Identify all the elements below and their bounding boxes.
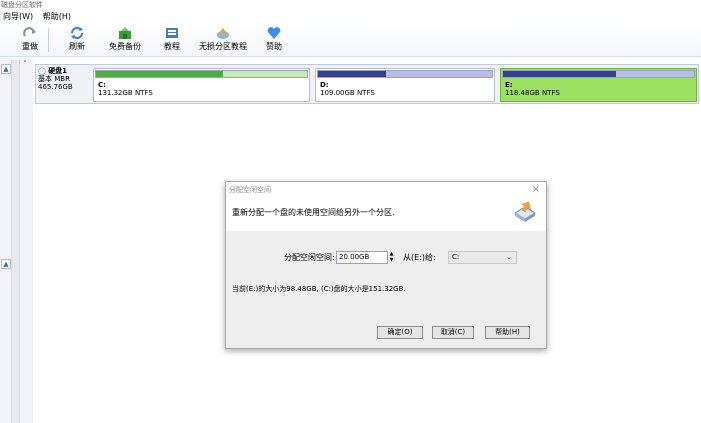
partition-d-usage-fill (318, 71, 386, 77)
tutorial-button[interactable]: 教程 (160, 26, 184, 52)
partition-tutorial-button[interactable]: 无损分区教程 (198, 26, 248, 52)
scroll-up-button[interactable]: ˄ (20, 60, 30, 70)
menu-bar: 向导(W) 帮助(H) (0, 10, 701, 23)
app-window: 磁盘分区软件 向导(W) 帮助(H) 重做 刷新 免费备份 教程 无损分区教程 … (0, 0, 701, 423)
partition-c-usage-fill (96, 71, 223, 77)
redo-label: 重做 (22, 42, 38, 51)
dialog-description: 重新分配一个盘的未使用空间给另外一个分区. (232, 208, 395, 217)
stepper-down-icon[interactable]: ▼ (388, 257, 395, 263)
disk-icon: ◯ (38, 67, 46, 75)
toolbar: 重做 刷新 免费备份 教程 无损分区教程 赞助 (0, 24, 701, 57)
collapse-panel-button[interactable]: ▲ (1, 64, 11, 74)
close-button[interactable]: × (532, 184, 540, 195)
partition-e[interactable]: E: 118.48GB NTFS (500, 68, 697, 102)
sponsor-label: 赞助 (266, 42, 282, 51)
menu-help[interactable]: 帮助(H) (40, 10, 75, 23)
ok-button[interactable]: 确定(O) (377, 326, 423, 339)
allocate-space-dialog: 分配空闲空间 × 重新分配一个盘的未使用空间给另外一个分区. 分配空闲空间: 2… (225, 181, 547, 349)
allocate-space-input[interactable]: 20.00GB (336, 251, 388, 264)
partition-c-info: 131.32GB NTFS (98, 89, 153, 97)
chevron-up-icon: ˄ (23, 60, 27, 68)
heart-icon (267, 27, 281, 39)
tutorial-label: 教程 (164, 42, 180, 51)
disk-name: 硬盘1 (48, 67, 67, 75)
free-backup-button[interactable]: 免费备份 (106, 26, 144, 52)
disk-row[interactable]: ◯ 硬盘1 基本 MBR 465.76GB C: 131.32GB NTFS D… (35, 64, 699, 104)
collapse-up-icon: ▲ (3, 260, 9, 268)
redo-icon (23, 27, 36, 37)
partition-d[interactable]: D: 109.00GB NTFS (315, 68, 495, 102)
from-partition-label: 从(E:)给: (403, 253, 436, 262)
allocate-row: 分配空闲空间: 20.00GB ▲ ▼ 从(E:)给: C: ⌄ (226, 251, 546, 265)
partition-e-label: E: 118.48GB NTFS (505, 81, 560, 97)
refresh-label: 刷新 (69, 42, 85, 51)
dialog-header: 分配空闲空间 × 重新分配一个盘的未使用空间给另外一个分区. (226, 182, 546, 231)
refresh-button[interactable]: 刷新 (64, 26, 90, 52)
partition-e-usage-bar (502, 70, 695, 78)
partition-tutorial-icon (217, 28, 229, 39)
chevron-down-icon: ⌄ (506, 253, 512, 261)
expand-panel-button[interactable]: ▲ (1, 259, 11, 269)
partition-e-letter: E: (505, 81, 513, 89)
partition-c[interactable]: C: 131.32GB NTFS (93, 68, 310, 102)
dialog-title: 分配空闲空间 (229, 186, 271, 194)
sponsor-button[interactable]: 赞助 (264, 26, 284, 52)
allocate-space-label: 分配空闲空间: (284, 253, 335, 262)
partition-e-usage-fill (503, 71, 616, 77)
allocate-space-icon (514, 201, 536, 222)
close-icon: × (531, 184, 540, 195)
toolbar-separator (48, 28, 49, 52)
partition-d-usage-bar (317, 70, 493, 78)
left-panel-scroll-track[interactable] (11, 60, 20, 423)
partition-c-letter: C: (98, 81, 106, 89)
disk-info: ◯ 硬盘1 基本 MBR 465.76GB (38, 67, 91, 101)
partition-d-label: D: 109.00GB NTFS (320, 81, 375, 97)
menu-wizard[interactable]: 向导(W) (0, 10, 37, 23)
partition-c-label: C: 131.32GB NTFS (98, 81, 153, 97)
free-backup-label: 免费备份 (109, 42, 141, 51)
target-partition-select[interactable]: C: ⌄ (448, 251, 517, 264)
size-info-text: 当前(E:)的大小为98.48GB, (C:)盘的大小是151.32GB. (232, 285, 406, 293)
partition-d-info: 109.00GB NTFS (320, 89, 375, 97)
partition-e-info: 118.48GB NTFS (505, 89, 560, 97)
help-button[interactable]: 帮助(H) (485, 326, 530, 339)
disk-size: 465.76GB (38, 83, 73, 91)
partition-d-letter: D: (320, 81, 329, 89)
refresh-icon (71, 27, 83, 39)
partition-tutorial-label: 无损分区教程 (199, 42, 247, 51)
cancel-button[interactable]: 取消(C) (432, 326, 474, 339)
backup-icon (119, 27, 131, 39)
allocate-space-stepper[interactable]: ▲ ▼ (388, 251, 395, 264)
tutorial-icon (166, 28, 178, 38)
partition-c-usage-bar (95, 70, 308, 78)
disk-type: 基本 MBR (38, 75, 70, 83)
target-partition-value: C: (452, 253, 460, 261)
collapse-up-icon: ▲ (3, 65, 9, 73)
redo-button[interactable]: 重做 (20, 26, 40, 52)
